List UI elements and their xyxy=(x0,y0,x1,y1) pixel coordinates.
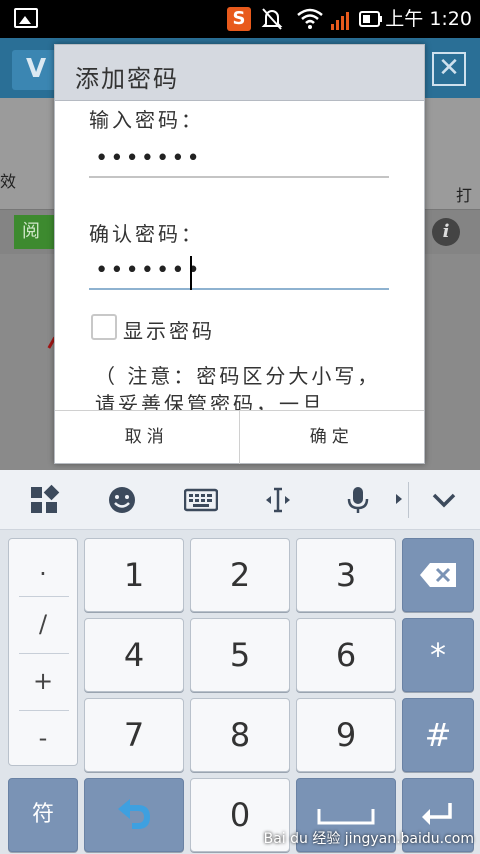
key-8[interactable]: 8 xyxy=(190,698,290,772)
key-plus[interactable]: + xyxy=(9,653,77,710)
status-bar: S 上午 1:20 xyxy=(0,0,480,38)
sogou-input-icon: S xyxy=(227,7,251,31)
app-close-icon: ✕ xyxy=(432,52,466,86)
undo-arrow-icon xyxy=(118,799,150,829)
apps-grid-icon[interactable] xyxy=(28,484,60,516)
backspace-icon xyxy=(420,563,456,587)
space-icon xyxy=(317,809,375,825)
return-key[interactable] xyxy=(84,778,184,852)
emoji-icon[interactable] xyxy=(106,484,138,516)
cursor-move-icon[interactable] xyxy=(262,484,294,516)
symbol-key[interactable]: 符 xyxy=(8,778,78,852)
signal-icon xyxy=(331,12,349,30)
app-title-button: V xyxy=(12,50,60,90)
bell-muted-icon xyxy=(261,8,283,30)
right-tool-label: 打 xyxy=(455,186,472,205)
key-4[interactable]: 4 xyxy=(84,618,184,692)
key-7[interactable]: 7 xyxy=(84,698,184,772)
text-caret xyxy=(190,256,192,290)
cancel-button[interactable]: 取消 xyxy=(55,411,240,464)
enter-icon xyxy=(422,803,452,825)
symbol-column[interactable]: . / + - xyxy=(8,538,78,766)
baidu-watermark: Bai du 经验 jingyan.baidu.com xyxy=(263,831,474,847)
toolbar-divider xyxy=(408,482,409,518)
keyboard-toolbar xyxy=(0,470,480,530)
key-dot[interactable]: . xyxy=(9,539,77,596)
password-label: 输入密码： xyxy=(89,108,204,132)
more-arrow-icon[interactable] xyxy=(396,494,402,504)
battery-icon xyxy=(359,11,382,27)
key-9[interactable]: 9 xyxy=(296,698,396,772)
image-notification-icon xyxy=(14,8,38,28)
password-note: （ 注意：密码区分大小写，请妥善保管密码，一旦 xyxy=(95,364,381,410)
dialog-body[interactable]: 输入密码： ••••••• 确认密码： ••••••• 显示密码 （ 注意：密码… xyxy=(55,102,424,410)
dialog-buttons: 取消 确定 xyxy=(55,410,425,464)
confirm-password-label: 确认密码： xyxy=(89,222,204,246)
password-value: ••••••• xyxy=(95,146,202,171)
info-icon: i xyxy=(432,218,460,246)
ok-button[interactable]: 确定 xyxy=(240,411,425,464)
clock: 上午 1:20 xyxy=(385,8,472,30)
key-1[interactable]: 1 xyxy=(84,538,184,612)
key-5[interactable]: 5 xyxy=(190,618,290,692)
numeric-keyboard: . / + - 1 2 3 4 5 6 * 7 8 9 # 符 0 Bai du… xyxy=(0,530,480,854)
password-input[interactable]: ••••••• xyxy=(89,146,389,178)
show-password-label[interactable]: 显示密码 xyxy=(123,315,215,344)
wifi-icon xyxy=(297,8,323,29)
microphone-icon[interactable] xyxy=(342,484,374,516)
keyboard-icon[interactable] xyxy=(184,484,218,516)
key-slash[interactable]: / xyxy=(9,596,77,653)
key-2[interactable]: 2 xyxy=(190,538,290,612)
confirm-password-input[interactable]: ••••••• xyxy=(89,256,389,290)
backspace-key[interactable] xyxy=(402,538,474,612)
show-password-checkbox[interactable] xyxy=(91,314,117,340)
confirm-password-value: ••••••• xyxy=(95,258,202,283)
add-password-dialog: 添加密码 输入密码： ••••••• 确认密码： ••••••• 显示密码 （ … xyxy=(54,44,425,464)
key-hash[interactable]: # xyxy=(402,698,474,772)
key-minus[interactable]: - xyxy=(9,710,77,767)
key-3[interactable]: 3 xyxy=(296,538,396,612)
left-tool-label: 效 xyxy=(0,172,17,191)
key-star[interactable]: * xyxy=(402,618,474,692)
key-6[interactable]: 6 xyxy=(296,618,396,692)
dialog-title: 添加密码 xyxy=(75,65,179,93)
collapse-keyboard-icon[interactable] xyxy=(428,484,460,516)
dialog-title-bar: 添加密码 xyxy=(55,45,424,101)
